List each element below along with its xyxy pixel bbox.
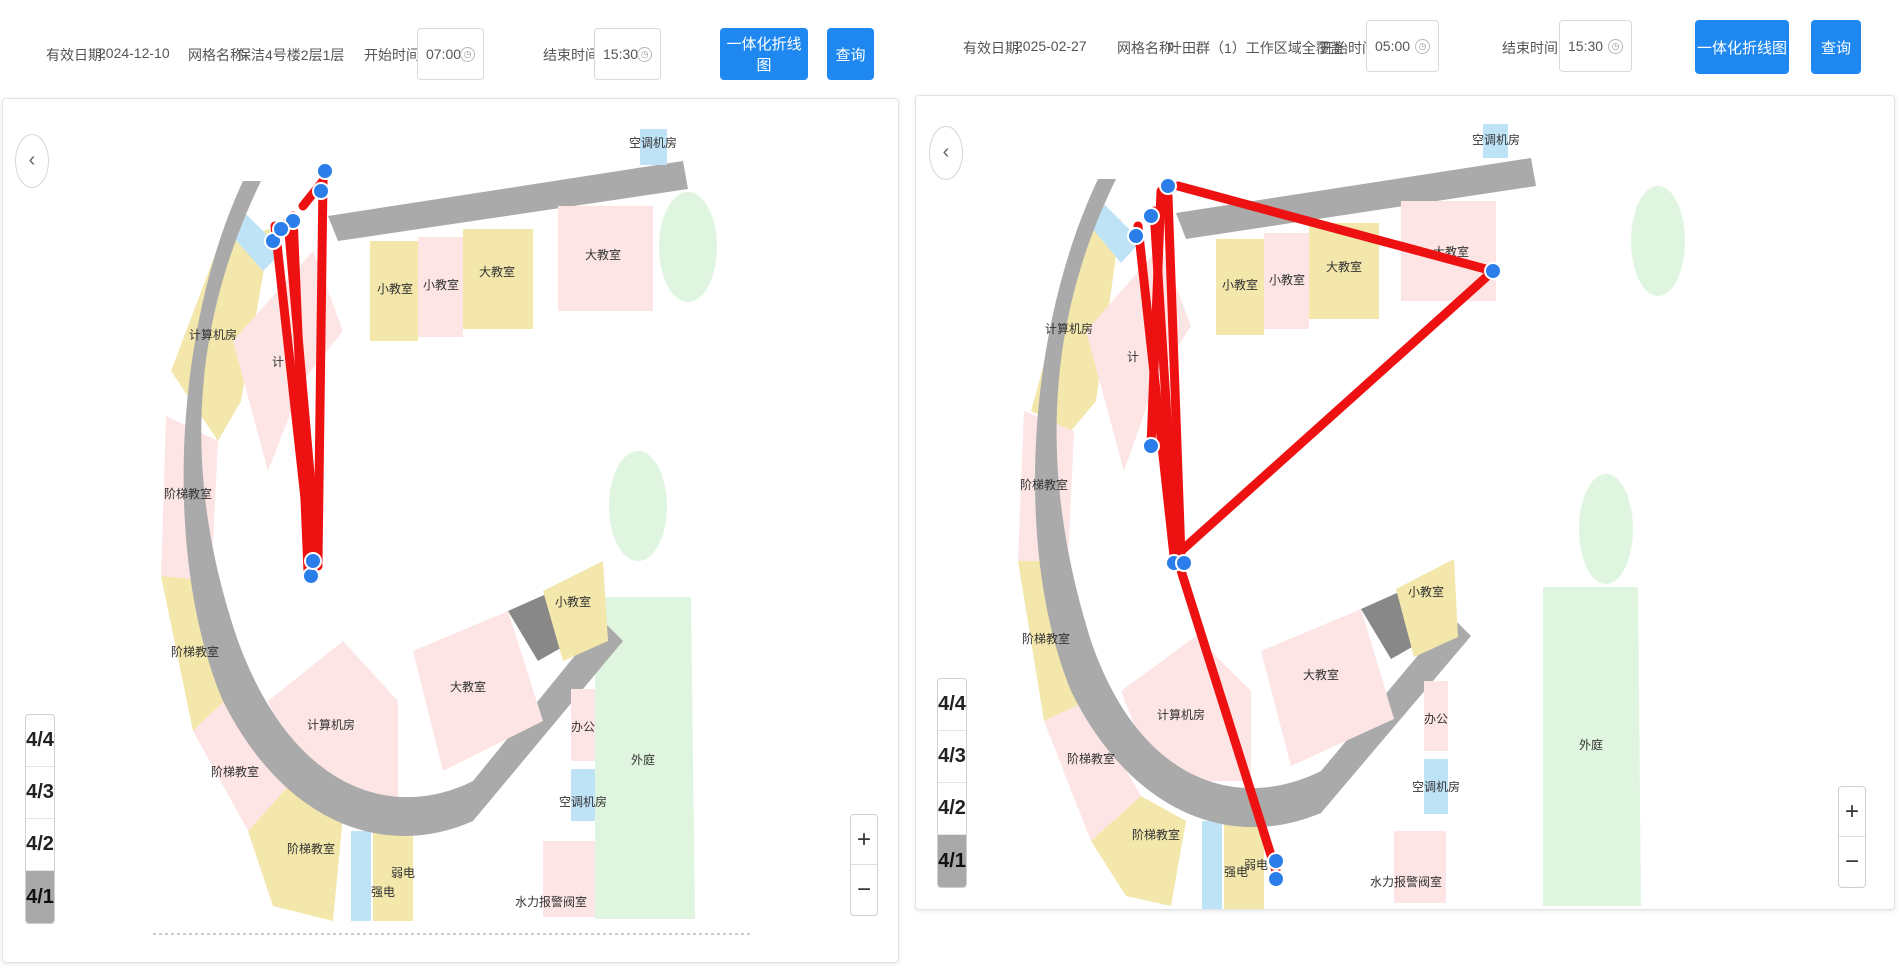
room-label: 大教室 bbox=[1326, 259, 1362, 274]
date-value: 2025-02-27 bbox=[1015, 38, 1087, 54]
room-label: 大教室 bbox=[585, 247, 621, 262]
room-label: 小教室 bbox=[1269, 272, 1305, 287]
floor-4-1[interactable]: 4/1 bbox=[26, 871, 54, 923]
room-label: 阶梯教室 bbox=[1067, 751, 1115, 766]
right-toolbar: 有效日期: 2025-02-27 网格名称: 叶田群（1）工作区域全覆盖 开始时… bbox=[905, 0, 1900, 100]
room-label: 强电 bbox=[371, 885, 395, 899]
back-button[interactable]: ‹ bbox=[15, 134, 49, 188]
room-label: 大教室 bbox=[1303, 667, 1339, 682]
query-button[interactable]: 查询 bbox=[1811, 20, 1861, 74]
grid-name-value: 保洁4号楼2层1层 bbox=[237, 47, 345, 63]
query-button[interactable]: 查询 bbox=[827, 28, 874, 80]
room-label: 计算机房 bbox=[1045, 321, 1093, 336]
room-label: 阶梯教室 bbox=[287, 841, 335, 856]
room-label: 办公 bbox=[1424, 711, 1448, 726]
room-label: 水力报警阀室 bbox=[515, 894, 587, 909]
end-time-value: 15:30 bbox=[603, 46, 639, 62]
start-time-picker[interactable]: 05:00 ◷ bbox=[1366, 20, 1439, 72]
room-pump bbox=[1394, 831, 1446, 903]
room-label: 小教室 bbox=[1222, 277, 1258, 292]
room-label: 空调机房 bbox=[1412, 779, 1460, 794]
plus-icon[interactable]: + bbox=[851, 815, 877, 865]
room-label: 阶梯教室 bbox=[1020, 477, 1068, 492]
clock-icon: ◷ bbox=[1415, 39, 1430, 54]
green-area bbox=[1631, 186, 1685, 296]
floor-switcher[interactable]: 4/4 4/3 4/2 4/1 bbox=[25, 714, 55, 924]
room-label: 小教室 bbox=[377, 281, 413, 296]
end-time-picker[interactable]: 15:30 ◷ bbox=[594, 28, 661, 80]
room-weak bbox=[351, 831, 371, 921]
end-time-label: 结束时间: bbox=[1502, 40, 1562, 56]
room-label: 小教室 bbox=[423, 277, 459, 292]
floor-4-2[interactable]: 4/2 bbox=[26, 819, 54, 871]
floor-4-1[interactable]: 4/1 bbox=[938, 835, 966, 887]
floor-map[interactable]: 计算机房 计 阶梯教室 阶梯教室 阶梯教室 阶梯教室 计算机房 小教室 小教室 … bbox=[2, 98, 899, 963]
start-time-value: 07:00 bbox=[426, 46, 462, 62]
left-toolbar: 有效日期: 2024-12-10 网格名称: 保洁4号楼2层1层 开始时间: 0… bbox=[0, 0, 905, 100]
zoom-control[interactable]: + − bbox=[1838, 786, 1866, 888]
chevron-left-icon: ‹ bbox=[942, 141, 950, 163]
date-label: 有效日期: bbox=[46, 47, 106, 63]
end-time-picker[interactable]: 15:30 ◷ bbox=[1559, 20, 1632, 72]
room-label: 阶梯教室 bbox=[1132, 827, 1180, 842]
clock-icon: ◷ bbox=[460, 47, 475, 62]
start-time-value: 05:00 bbox=[1375, 38, 1411, 54]
room-label: 外庭 bbox=[1579, 737, 1603, 752]
room-label: 空调机房 bbox=[1472, 132, 1520, 147]
back-button[interactable]: ‹ bbox=[929, 126, 963, 180]
date-label: 有效日期: bbox=[963, 40, 1023, 56]
floor-map[interactable]: 计算机房 计 阶梯教室 阶梯教室 阶梯教室 阶梯教室 计算机房 小教室 小教室 … bbox=[915, 95, 1895, 910]
floor-4-4[interactable]: 4/4 bbox=[938, 679, 966, 731]
room-label: 大教室 bbox=[479, 264, 515, 279]
room-label: 计算机房 bbox=[307, 717, 355, 732]
floor-4-4[interactable]: 4/4 bbox=[26, 715, 54, 767]
floor-plan-svg[interactable]: 计算机房 计 阶梯教室 阶梯教室 阶梯教室 阶梯教室 计算机房 小教室 小教室 … bbox=[916, 96, 1895, 910]
clock-icon: ◷ bbox=[637, 47, 652, 62]
grid-name-value: 叶田群（1）工作区域全覆盖 bbox=[1168, 40, 1344, 56]
room-label: 阶梯教室 bbox=[1022, 631, 1070, 646]
integrated-line-chart-button[interactable]: 一体化折线图 bbox=[720, 28, 808, 80]
room-big-class bbox=[463, 229, 533, 329]
green-area bbox=[659, 192, 717, 302]
room-label: 计算机房 bbox=[1157, 707, 1205, 722]
green-area bbox=[609, 451, 667, 561]
room-label: 水力报警阀室 bbox=[1370, 874, 1442, 889]
integrated-line-chart-button[interactable]: 一体化折线图 bbox=[1695, 20, 1789, 74]
floor-4-2[interactable]: 4/2 bbox=[938, 783, 966, 835]
room-label: 阶梯教室 bbox=[171, 644, 219, 659]
start-time-label: 开始时间: bbox=[364, 47, 424, 63]
room-label: 办公 bbox=[571, 719, 595, 734]
room-label: 大教室 bbox=[450, 679, 486, 694]
floor-switcher[interactable]: 4/4 4/3 4/2 4/1 bbox=[937, 678, 967, 888]
room-label: 弱电 bbox=[391, 866, 415, 880]
room-label: 弱电 bbox=[1244, 858, 1268, 872]
floor-4-3[interactable]: 4/3 bbox=[26, 767, 54, 819]
room-label: 阶梯教室 bbox=[164, 486, 212, 501]
end-time-value: 15:30 bbox=[1568, 38, 1604, 54]
right-panel: 有效日期: 2025-02-27 网格名称: 叶田群（1）工作区域全覆盖 开始时… bbox=[905, 0, 1900, 980]
room-label: 计 bbox=[272, 355, 284, 369]
room-label: 小教室 bbox=[1408, 584, 1444, 599]
left-panel: 有效日期: 2024-12-10 网格名称: 保洁4号楼2层1层 开始时间: 0… bbox=[0, 0, 905, 980]
start-time-picker[interactable]: 07:00 ◷ bbox=[417, 28, 484, 80]
room-label: 外庭 bbox=[631, 752, 655, 767]
room-label: 计算机房 bbox=[189, 327, 237, 342]
room-label: 空调机房 bbox=[559, 794, 607, 809]
room-label: 小教室 bbox=[555, 594, 591, 609]
room-weak bbox=[1202, 821, 1222, 909]
floor-plan-svg[interactable]: 计算机房 计 阶梯教室 阶梯教室 阶梯教室 阶梯教室 计算机房 小教室 小教室 … bbox=[3, 99, 899, 963]
clock-icon: ◷ bbox=[1608, 39, 1623, 54]
minus-icon[interactable]: − bbox=[1839, 837, 1865, 887]
floor-4-3[interactable]: 4/3 bbox=[938, 731, 966, 783]
chevron-left-icon: ‹ bbox=[28, 149, 36, 171]
room-label: 空调机房 bbox=[629, 135, 677, 150]
zoom-control[interactable]: + − bbox=[850, 814, 878, 916]
room-label: 计 bbox=[1127, 350, 1139, 364]
green-area bbox=[1579, 474, 1633, 584]
minus-icon[interactable]: − bbox=[851, 865, 877, 915]
plus-icon[interactable]: + bbox=[1839, 787, 1865, 837]
date-value: 2024-12-10 bbox=[98, 45, 170, 61]
room-label: 阶梯教室 bbox=[211, 764, 259, 779]
